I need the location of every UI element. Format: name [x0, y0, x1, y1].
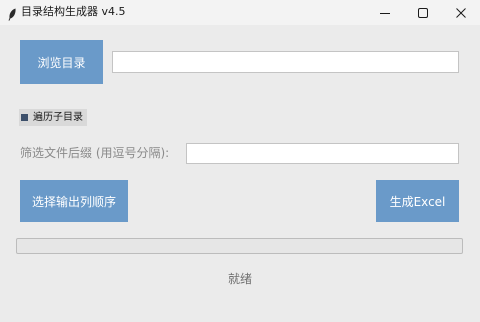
column-order-button[interactable]: 选择输出列顺序	[20, 180, 128, 222]
close-button[interactable]	[442, 0, 480, 25]
feather-icon	[7, 6, 17, 21]
checkbox-indicator[interactable]	[21, 114, 28, 121]
subdir-checkbox[interactable]: 遍历子目录	[19, 109, 87, 126]
close-icon	[456, 7, 466, 18]
browse-directory-button[interactable]: 浏览目录	[20, 40, 103, 84]
title-bar[interactable]: 目录结构生成器 v4.5	[0, 0, 480, 25]
minimize-icon	[380, 12, 390, 14]
directory-input[interactable]	[112, 51, 459, 73]
generate-excel-button[interactable]: 生成Excel	[376, 180, 459, 222]
maximize-icon	[418, 7, 428, 18]
subdir-checkbox-label: 遍历子目录	[33, 112, 83, 123]
maximize-button[interactable]	[404, 0, 442, 25]
suffix-label: 筛选文件后缀 (用逗号分隔):	[20, 146, 170, 160]
suffix-input[interactable]	[186, 143, 459, 164]
window-title: 目录结构生成器 v4.5	[21, 5, 126, 18]
minimize-button[interactable]	[366, 0, 404, 25]
status-text: 就绪	[227, 272, 252, 286]
app-window: 目录结构生成器 v4.5 浏览目录 遍历子目录 筛选文件后缀 (用逗号分隔): …	[0, 0, 480, 322]
progress-bar	[16, 238, 463, 254]
